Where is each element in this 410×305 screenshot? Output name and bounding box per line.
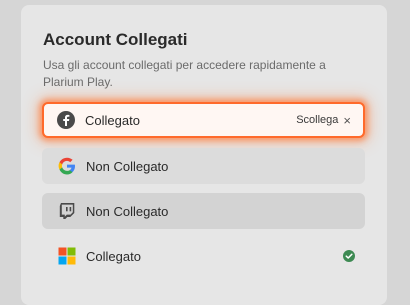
facebook-icon: [57, 111, 75, 129]
disconnect-label: Scollega: [296, 114, 339, 126]
account-row-twitch[interactable]: Non Collegato: [42, 193, 365, 229]
check-icon: [343, 250, 355, 262]
linked-accounts-panel: Account Collegati Usa gli account colleg…: [21, 5, 387, 305]
close-icon: ×: [343, 112, 351, 128]
account-status: Non Collegato: [86, 158, 169, 174]
account-status: Collegato: [86, 248, 141, 264]
microsoft-icon: [58, 247, 76, 265]
account-row-facebook[interactable]: Collegato Scollega ×: [42, 102, 365, 138]
panel-title: Account Collegati: [43, 30, 188, 49]
account-row-microsoft[interactable]: Collegato: [42, 238, 365, 274]
account-status: Non Collegato: [86, 203, 169, 219]
panel-subtitle: Usa gli account collegati per accedere r…: [43, 58, 326, 89]
account-status: Collegato: [85, 112, 140, 128]
disconnect-button[interactable]: Scollega ×: [296, 113, 351, 128]
account-row-google[interactable]: Non Collegato: [42, 148, 365, 184]
twitch-icon: [58, 202, 76, 220]
google-icon: [58, 157, 76, 175]
